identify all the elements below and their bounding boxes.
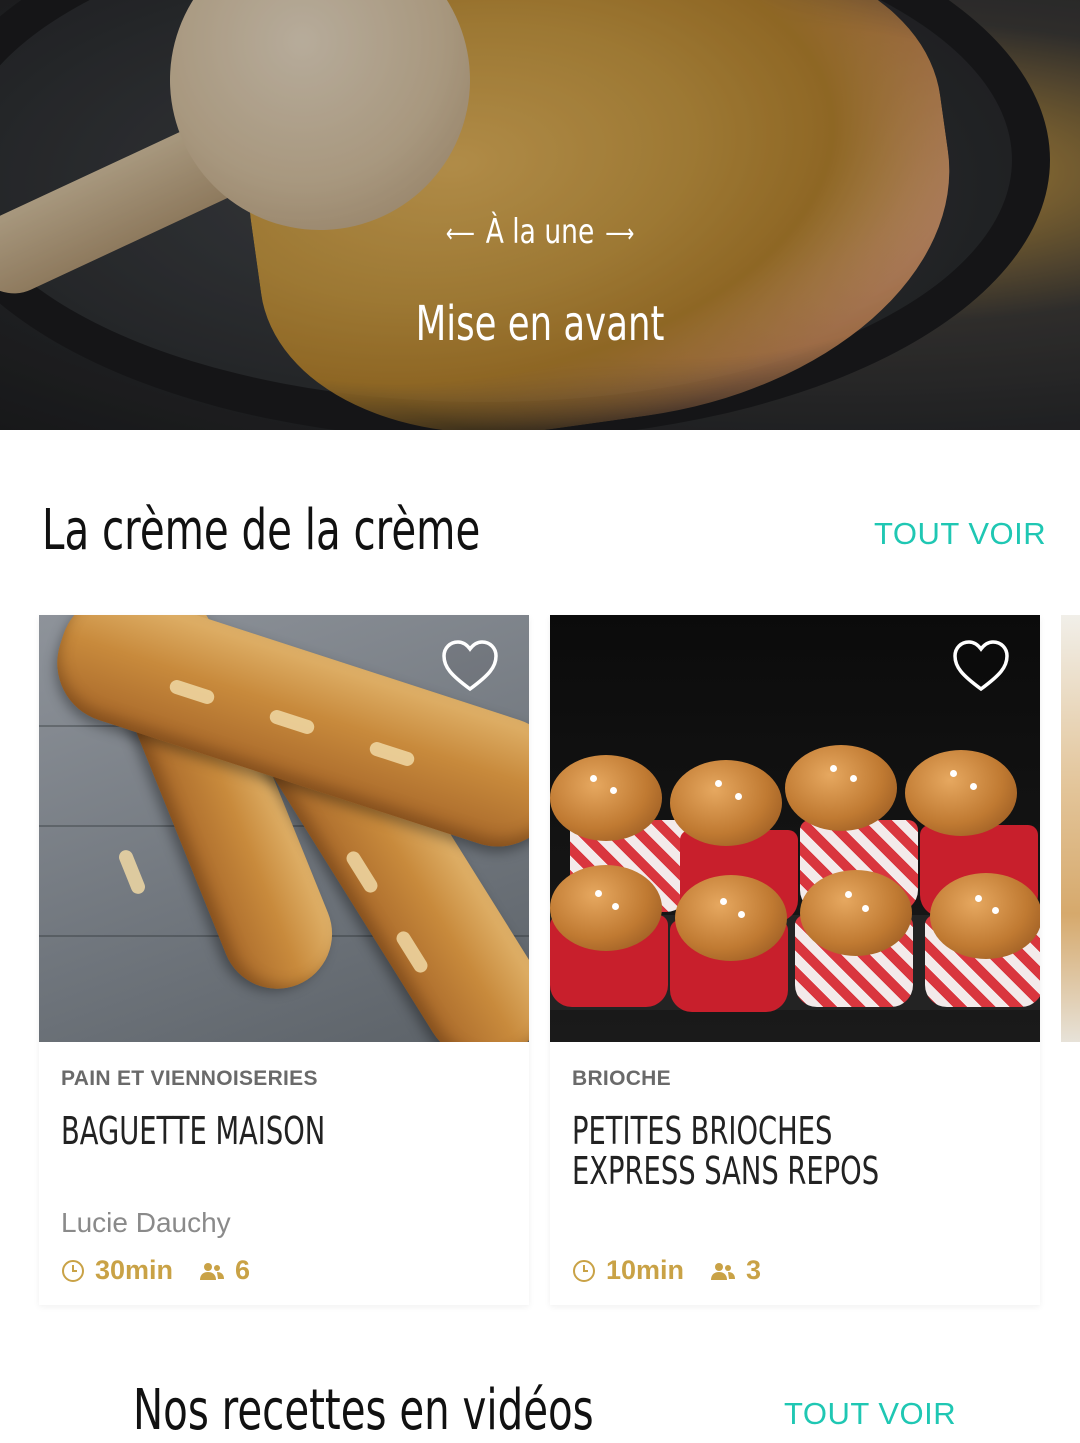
recipe-title[interactable]: BAGUETTE MAISON	[61, 1111, 493, 1151]
recipe-servings: 6	[235, 1255, 251, 1285]
section-title-videos: Nos recettes en vidéos	[133, 1378, 594, 1443]
recipe-image-brioches	[550, 615, 1040, 1042]
recipe-card-peek[interactable]	[1061, 615, 1080, 1042]
featured-hero[interactable]: ⟵ À la une ⟶ Mise en avant	[0, 0, 1080, 430]
recipe-meta: 30min 6	[61, 1255, 250, 1286]
people-icon	[711, 1262, 736, 1280]
recipe-author: Lucie Dauchy	[61, 1207, 231, 1238]
heart-icon[interactable]	[441, 639, 499, 693]
ornament-left-icon: ⟵	[445, 218, 475, 249]
clock-icon	[573, 1259, 595, 1282]
heart-icon[interactable]	[952, 639, 1010, 693]
recipe-card[interactable]: PAIN ET VIENNOISERIES BAGUETTE MAISON Lu…	[39, 615, 529, 1305]
recipe-category: PAIN ET VIENNOISERIES	[61, 1067, 318, 1090]
hero-title: Mise en avant	[415, 296, 665, 352]
recipe-time: 30min	[95, 1255, 174, 1285]
recipe-card[interactable]: BRIOCHE PETITES BRIOCHES EXPRESS SANS RE…	[550, 615, 1040, 1305]
recipe-meta: 10min 3	[572, 1255, 761, 1286]
see-all-best-button[interactable]: TOUT VOIR	[874, 516, 1046, 552]
clock-icon	[62, 1259, 84, 1282]
see-all-videos-button[interactable]: TOUT VOIR	[784, 1396, 956, 1432]
recipe-category: BRIOCHE	[572, 1067, 671, 1090]
section-title-best: La crème de la crème	[42, 498, 481, 563]
people-icon	[200, 1262, 225, 1280]
recipe-time: 10min	[606, 1255, 685, 1285]
hero-kicker-text: À la une	[485, 212, 595, 252]
recipe-servings: 3	[746, 1255, 762, 1285]
recipe-title[interactable]: PETITES BRIOCHES EXPRESS SANS REPOS	[572, 1111, 918, 1191]
ornament-right-icon: ⟶	[605, 218, 635, 249]
hero-kicker: ⟵ À la une ⟶	[119, 212, 961, 252]
recipe-image-baguettes	[39, 615, 529, 1042]
